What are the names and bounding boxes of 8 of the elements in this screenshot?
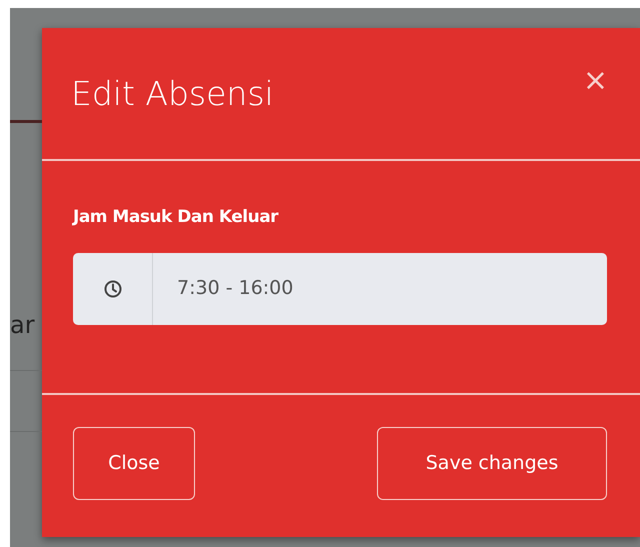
modal-title: Edit Absensi — [71, 74, 274, 114]
background-text: ar — [10, 313, 35, 337]
time-field[interactable]: 7:30 - 16:00 — [153, 252, 607, 324]
save-button[interactable]: Save changes — [377, 427, 607, 500]
field-label: Jam Masuk Dan Keluar — [73, 206, 280, 229]
close-button[interactable]: × — [582, 66, 640, 96]
clock-icon — [104, 280, 122, 298]
close-button[interactable]: Close — [73, 427, 195, 500]
